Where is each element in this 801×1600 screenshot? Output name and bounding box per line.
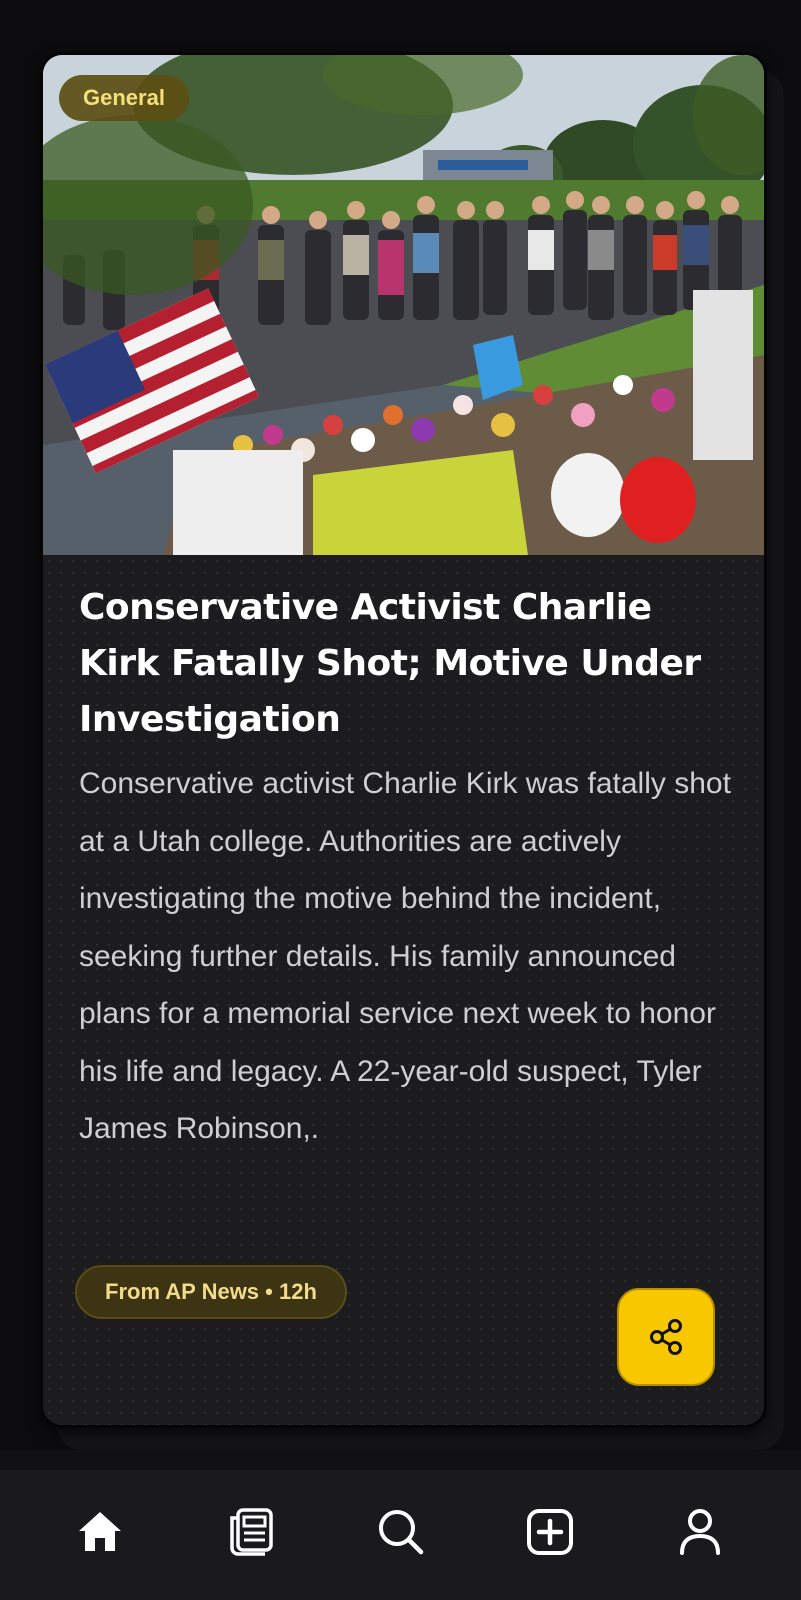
category-chip: General bbox=[59, 75, 189, 121]
add-icon bbox=[527, 1509, 573, 1555]
nav-add[interactable] bbox=[518, 1500, 582, 1564]
nav-home[interactable] bbox=[68, 1500, 132, 1564]
news-card[interactable]: General Conservative Activist Charlie Ki… bbox=[40, 52, 767, 1428]
article-headline: Conservative Activist Charlie Kirk Fatal… bbox=[79, 587, 701, 740]
search-icon bbox=[379, 1510, 424, 1555]
article-summary: Conservative activist Charlie Kirk was f… bbox=[79, 767, 731, 1145]
article-photo: General bbox=[43, 55, 764, 555]
bottom-navigation bbox=[0, 1470, 801, 1600]
profile-icon bbox=[680, 1509, 720, 1555]
nav-divider bbox=[0, 1450, 801, 1470]
share-icon bbox=[650, 1319, 682, 1355]
app-screen: General Conservative Activist Charlie Ki… bbox=[0, 0, 801, 1600]
nav-profile[interactable] bbox=[668, 1500, 732, 1564]
home-icon bbox=[79, 1512, 121, 1551]
nav-search[interactable] bbox=[369, 1500, 433, 1564]
news-icon bbox=[230, 1508, 273, 1556]
share-button[interactable] bbox=[617, 1288, 715, 1386]
source-chip[interactable]: From AP News • 12h bbox=[75, 1265, 347, 1319]
nav-news[interactable] bbox=[219, 1500, 283, 1564]
